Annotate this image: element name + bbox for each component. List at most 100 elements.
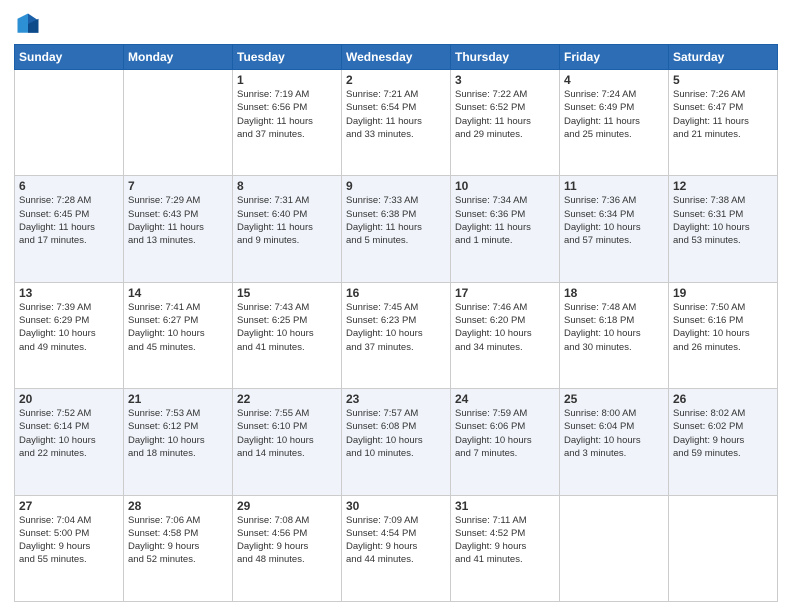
calendar-cell: 5Sunrise: 7:26 AM Sunset: 6:47 PM Daylig… <box>669 70 778 176</box>
day-number: 11 <box>564 179 664 193</box>
day-info: Sunrise: 7:09 AM Sunset: 4:54 PM Dayligh… <box>346 514 446 567</box>
calendar-cell: 13Sunrise: 7:39 AM Sunset: 6:29 PM Dayli… <box>15 282 124 388</box>
calendar-cell: 1Sunrise: 7:19 AM Sunset: 6:56 PM Daylig… <box>233 70 342 176</box>
calendar-cell: 29Sunrise: 7:08 AM Sunset: 4:56 PM Dayli… <box>233 495 342 601</box>
calendar-cell: 31Sunrise: 7:11 AM Sunset: 4:52 PM Dayli… <box>451 495 560 601</box>
day-number: 9 <box>346 179 446 193</box>
weekday-saturday: Saturday <box>669 45 778 70</box>
day-info: Sunrise: 7:28 AM Sunset: 6:45 PM Dayligh… <box>19 194 119 247</box>
calendar-cell: 21Sunrise: 7:53 AM Sunset: 6:12 PM Dayli… <box>124 389 233 495</box>
day-number: 3 <box>455 73 555 87</box>
calendar-cell: 7Sunrise: 7:29 AM Sunset: 6:43 PM Daylig… <box>124 176 233 282</box>
calendar-cell: 30Sunrise: 7:09 AM Sunset: 4:54 PM Dayli… <box>342 495 451 601</box>
day-info: Sunrise: 7:11 AM Sunset: 4:52 PM Dayligh… <box>455 514 555 567</box>
day-number: 13 <box>19 286 119 300</box>
calendar-cell: 24Sunrise: 7:59 AM Sunset: 6:06 PM Dayli… <box>451 389 560 495</box>
calendar-cell: 22Sunrise: 7:55 AM Sunset: 6:10 PM Dayli… <box>233 389 342 495</box>
day-info: Sunrise: 8:02 AM Sunset: 6:02 PM Dayligh… <box>673 407 773 460</box>
day-info: Sunrise: 7:22 AM Sunset: 6:52 PM Dayligh… <box>455 88 555 141</box>
weekday-monday: Monday <box>124 45 233 70</box>
calendar-cell <box>124 70 233 176</box>
day-info: Sunrise: 7:24 AM Sunset: 6:49 PM Dayligh… <box>564 88 664 141</box>
day-info: Sunrise: 8:00 AM Sunset: 6:04 PM Dayligh… <box>564 407 664 460</box>
day-number: 25 <box>564 392 664 406</box>
day-info: Sunrise: 7:08 AM Sunset: 4:56 PM Dayligh… <box>237 514 337 567</box>
day-number: 1 <box>237 73 337 87</box>
calendar-cell: 28Sunrise: 7:06 AM Sunset: 4:58 PM Dayli… <box>124 495 233 601</box>
day-number: 10 <box>455 179 555 193</box>
calendar-cell: 17Sunrise: 7:46 AM Sunset: 6:20 PM Dayli… <box>451 282 560 388</box>
week-row: 1Sunrise: 7:19 AM Sunset: 6:56 PM Daylig… <box>15 70 778 176</box>
calendar-cell: 20Sunrise: 7:52 AM Sunset: 6:14 PM Dayli… <box>15 389 124 495</box>
day-info: Sunrise: 7:57 AM Sunset: 6:08 PM Dayligh… <box>346 407 446 460</box>
calendar: SundayMondayTuesdayWednesdayThursdayFrid… <box>14 44 778 602</box>
calendar-cell <box>560 495 669 601</box>
logo-icon <box>14 10 42 38</box>
calendar-cell <box>15 70 124 176</box>
day-number: 16 <box>346 286 446 300</box>
day-number: 4 <box>564 73 664 87</box>
day-info: Sunrise: 7:21 AM Sunset: 6:54 PM Dayligh… <box>346 88 446 141</box>
day-number: 22 <box>237 392 337 406</box>
day-info: Sunrise: 7:06 AM Sunset: 4:58 PM Dayligh… <box>128 514 228 567</box>
week-row: 13Sunrise: 7:39 AM Sunset: 6:29 PM Dayli… <box>15 282 778 388</box>
day-number: 21 <box>128 392 228 406</box>
calendar-cell: 2Sunrise: 7:21 AM Sunset: 6:54 PM Daylig… <box>342 70 451 176</box>
day-number: 19 <box>673 286 773 300</box>
day-info: Sunrise: 7:34 AM Sunset: 6:36 PM Dayligh… <box>455 194 555 247</box>
day-number: 20 <box>19 392 119 406</box>
calendar-cell: 10Sunrise: 7:34 AM Sunset: 6:36 PM Dayli… <box>451 176 560 282</box>
day-info: Sunrise: 7:45 AM Sunset: 6:23 PM Dayligh… <box>346 301 446 354</box>
calendar-cell: 16Sunrise: 7:45 AM Sunset: 6:23 PM Dayli… <box>342 282 451 388</box>
weekday-header-row: SundayMondayTuesdayWednesdayThursdayFrid… <box>15 45 778 70</box>
day-number: 6 <box>19 179 119 193</box>
day-info: Sunrise: 7:31 AM Sunset: 6:40 PM Dayligh… <box>237 194 337 247</box>
calendar-cell: 25Sunrise: 8:00 AM Sunset: 6:04 PM Dayli… <box>560 389 669 495</box>
week-row: 6Sunrise: 7:28 AM Sunset: 6:45 PM Daylig… <box>15 176 778 282</box>
weekday-sunday: Sunday <box>15 45 124 70</box>
calendar-cell: 3Sunrise: 7:22 AM Sunset: 6:52 PM Daylig… <box>451 70 560 176</box>
day-number: 23 <box>346 392 446 406</box>
day-number: 8 <box>237 179 337 193</box>
day-number: 24 <box>455 392 555 406</box>
day-info: Sunrise: 7:55 AM Sunset: 6:10 PM Dayligh… <box>237 407 337 460</box>
calendar-cell: 18Sunrise: 7:48 AM Sunset: 6:18 PM Dayli… <box>560 282 669 388</box>
day-info: Sunrise: 7:48 AM Sunset: 6:18 PM Dayligh… <box>564 301 664 354</box>
calendar-cell: 19Sunrise: 7:50 AM Sunset: 6:16 PM Dayli… <box>669 282 778 388</box>
day-info: Sunrise: 7:29 AM Sunset: 6:43 PM Dayligh… <box>128 194 228 247</box>
day-info: Sunrise: 7:39 AM Sunset: 6:29 PM Dayligh… <box>19 301 119 354</box>
header <box>14 10 778 38</box>
calendar-cell: 9Sunrise: 7:33 AM Sunset: 6:38 PM Daylig… <box>342 176 451 282</box>
week-row: 20Sunrise: 7:52 AM Sunset: 6:14 PM Dayli… <box>15 389 778 495</box>
weekday-friday: Friday <box>560 45 669 70</box>
weekday-tuesday: Tuesday <box>233 45 342 70</box>
calendar-cell: 4Sunrise: 7:24 AM Sunset: 6:49 PM Daylig… <box>560 70 669 176</box>
day-info: Sunrise: 7:52 AM Sunset: 6:14 PM Dayligh… <box>19 407 119 460</box>
logo <box>14 10 46 38</box>
day-info: Sunrise: 7:36 AM Sunset: 6:34 PM Dayligh… <box>564 194 664 247</box>
day-info: Sunrise: 7:50 AM Sunset: 6:16 PM Dayligh… <box>673 301 773 354</box>
day-number: 29 <box>237 499 337 513</box>
day-number: 27 <box>19 499 119 513</box>
calendar-cell: 8Sunrise: 7:31 AM Sunset: 6:40 PM Daylig… <box>233 176 342 282</box>
calendar-cell <box>669 495 778 601</box>
day-number: 30 <box>346 499 446 513</box>
day-info: Sunrise: 7:38 AM Sunset: 6:31 PM Dayligh… <box>673 194 773 247</box>
calendar-body: 1Sunrise: 7:19 AM Sunset: 6:56 PM Daylig… <box>15 70 778 602</box>
calendar-cell: 27Sunrise: 7:04 AM Sunset: 5:00 PM Dayli… <box>15 495 124 601</box>
day-info: Sunrise: 7:43 AM Sunset: 6:25 PM Dayligh… <box>237 301 337 354</box>
day-number: 15 <box>237 286 337 300</box>
day-info: Sunrise: 7:33 AM Sunset: 6:38 PM Dayligh… <box>346 194 446 247</box>
day-number: 18 <box>564 286 664 300</box>
calendar-header: SundayMondayTuesdayWednesdayThursdayFrid… <box>15 45 778 70</box>
day-info: Sunrise: 7:59 AM Sunset: 6:06 PM Dayligh… <box>455 407 555 460</box>
day-info: Sunrise: 7:53 AM Sunset: 6:12 PM Dayligh… <box>128 407 228 460</box>
day-number: 2 <box>346 73 446 87</box>
day-info: Sunrise: 7:26 AM Sunset: 6:47 PM Dayligh… <box>673 88 773 141</box>
day-number: 7 <box>128 179 228 193</box>
day-info: Sunrise: 7:46 AM Sunset: 6:20 PM Dayligh… <box>455 301 555 354</box>
day-info: Sunrise: 7:41 AM Sunset: 6:27 PM Dayligh… <box>128 301 228 354</box>
calendar-cell: 6Sunrise: 7:28 AM Sunset: 6:45 PM Daylig… <box>15 176 124 282</box>
calendar-cell: 15Sunrise: 7:43 AM Sunset: 6:25 PM Dayli… <box>233 282 342 388</box>
weekday-thursday: Thursday <box>451 45 560 70</box>
